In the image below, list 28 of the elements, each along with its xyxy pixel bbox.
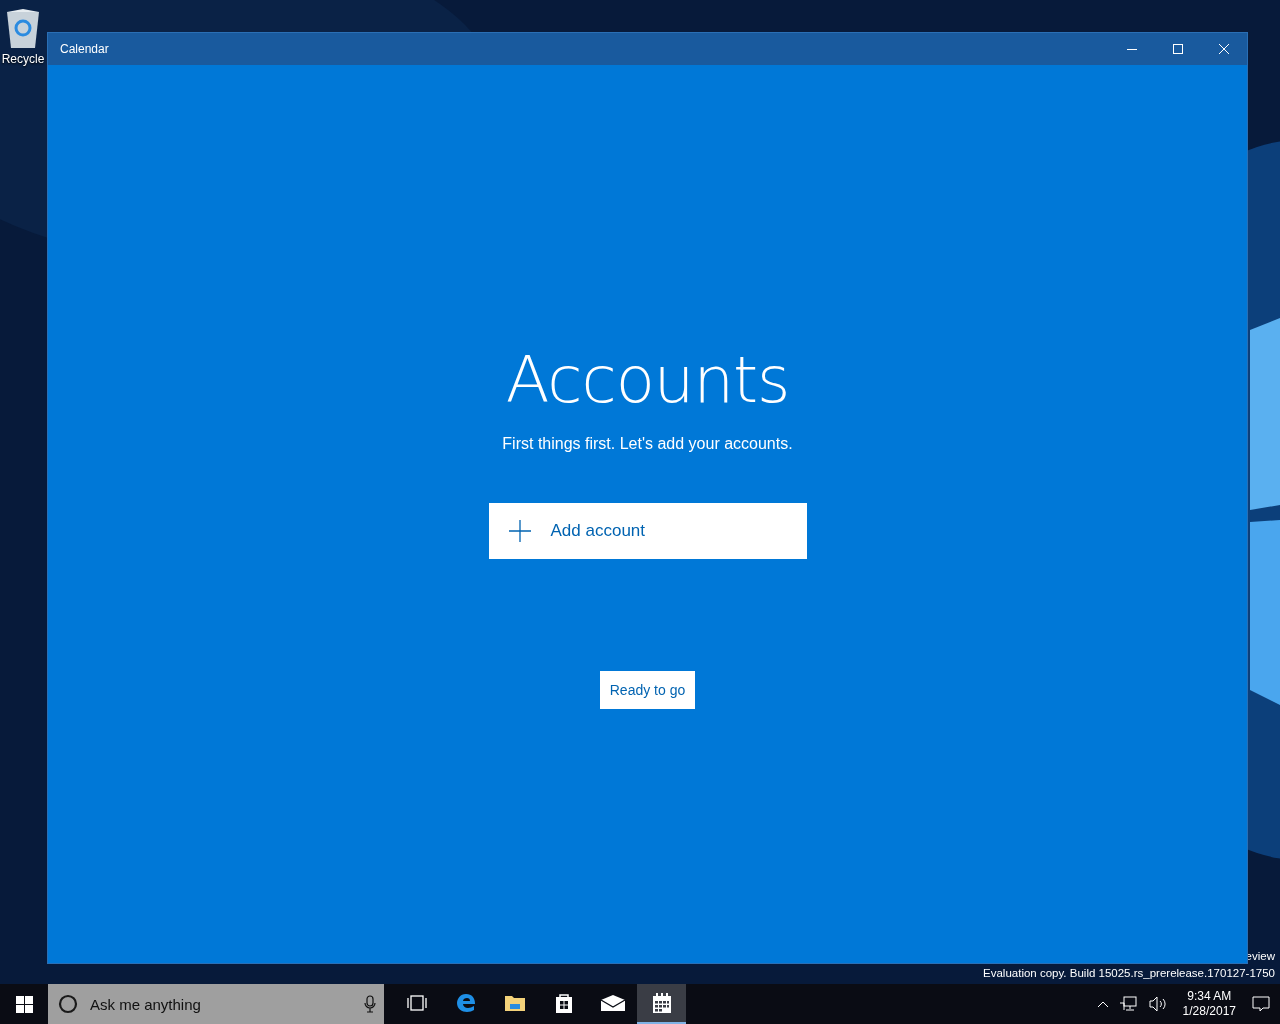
- subtitle-text: First things first. Let's add your accounts.: [502, 435, 793, 453]
- recycle-bin-icon[interactable]: [4, 8, 42, 50]
- task-view-icon: [405, 995, 428, 1011]
- folder-icon: [503, 994, 526, 1012]
- edge-icon: [454, 992, 477, 1014]
- shopping-bag-icon: [553, 992, 574, 1014]
- ready-button[interactable]: Ready to go: [599, 671, 696, 709]
- build-text: Evaluation copy. Build 15025.rs_prerelease.170127-1750: [983, 967, 1275, 979]
- plus-icon: [508, 520, 531, 542]
- windows-logo-icon: [15, 995, 33, 1013]
- search-field[interactable]: Ask me anything: [88, 994, 354, 1014]
- taskbar-app-button[interactable]: [637, 984, 686, 1024]
- window-title: Calendar: [60, 42, 110, 56]
- envelope-icon: [599, 994, 626, 1012]
- desktop-icon-label: Recycle: [1, 52, 45, 66]
- add-account-button[interactable]: Add account: [488, 503, 807, 559]
- chevron-up-icon[interactable]: [1096, 1000, 1109, 1008]
- clock[interactable]: 9:34 AM 1/28/2017: [1182, 989, 1236, 1019]
- notification-icon[interactable]: [1252, 996, 1270, 1012]
- circle-icon: [58, 994, 78, 1014]
- search-box[interactable]: Ask me anything: [48, 984, 384, 1024]
- calendar-icon: [650, 992, 673, 1014]
- close-icon: [1219, 44, 1229, 54]
- volume-icon[interactable]: [1148, 996, 1167, 1012]
- microphone-icon[interactable]: [364, 995, 376, 1013]
- page-heading: Accounts: [505, 343, 790, 417]
- maximize-icon: [1173, 44, 1183, 54]
- network-icon[interactable]: [1118, 995, 1139, 1013]
